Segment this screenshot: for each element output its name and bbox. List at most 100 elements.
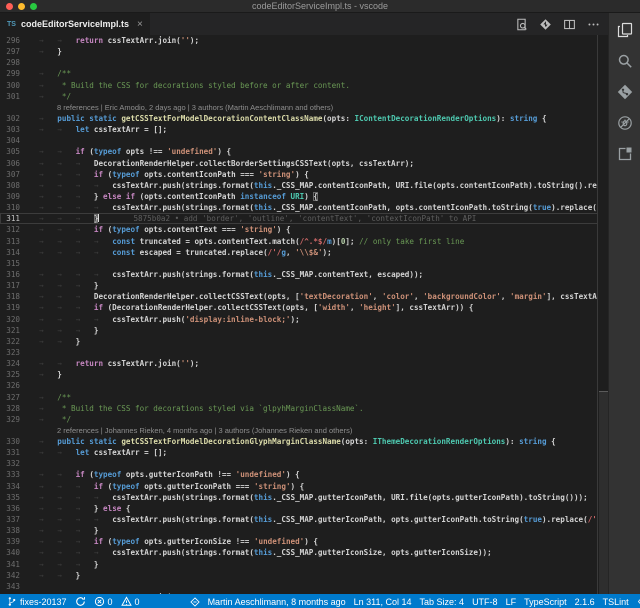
line-number[interactable]: 297	[0, 46, 20, 57]
line-number[interactable]: 319	[0, 302, 20, 313]
line-number[interactable]: 313	[0, 236, 20, 247]
code-line[interactable]: 322→→}	[0, 336, 608, 347]
warnings-item[interactable]: 0	[121, 596, 140, 607]
status-item[interactable]: Ln 311, Col 14	[354, 597, 412, 607]
split-editor-icon[interactable]	[563, 18, 576, 31]
line-number[interactable]: 323	[0, 347, 20, 358]
code-line[interactable]: 300→ * Build the CSS for decorations sty…	[0, 80, 608, 91]
line-number[interactable]: 309	[0, 191, 20, 202]
code-line[interactable]: 308→→→→cssTextArr.push(strings.format(th…	[0, 180, 608, 191]
line-number[interactable]: 330	[0, 436, 20, 447]
line-number[interactable]: 318	[0, 291, 20, 302]
code-line[interactable]: 303→→let cssTextArr = [];	[0, 124, 608, 135]
debug-icon[interactable]	[616, 114, 634, 132]
code-line[interactable]: 324→→return cssTextArr.join('');	[0, 358, 608, 369]
code-line[interactable]: 314→→→→const escaped = truncated.replace…	[0, 247, 608, 258]
line-number[interactable]: 299	[0, 68, 20, 79]
code-line[interactable]: 339→→→if (typeof opts.gutterIconSize !==…	[0, 536, 608, 547]
line-number[interactable]: 338	[0, 525, 20, 536]
line-number[interactable]: 331	[0, 447, 20, 458]
line-number[interactable]: 333	[0, 469, 20, 480]
extensions-icon[interactable]	[616, 145, 634, 163]
code-line[interactable]: 332	[0, 458, 608, 469]
code-line[interactable]: 330→public static getCSSTextForModelDeco…	[0, 436, 608, 447]
line-number[interactable]: 341	[0, 559, 20, 570]
codelens-row[interactable]: 8 references | Eric Amodio, 2 days ago |…	[0, 102, 608, 113]
status-item[interactable]: TSLint	[603, 597, 629, 607]
git-branch-item[interactable]: fixes-20137	[7, 596, 67, 607]
code-line[interactable]: 336→→→} else {	[0, 503, 608, 514]
code-line[interactable]: 297→}	[0, 46, 608, 57]
line-number[interactable]: 315	[0, 258, 20, 269]
line-number[interactable]: 340	[0, 547, 20, 558]
line-number[interactable]: 302	[0, 113, 20, 124]
code-line[interactable]: 328→ * Build the CSS for decorations sty…	[0, 403, 608, 414]
line-number[interactable]: 300	[0, 80, 20, 91]
line-number[interactable]: 334	[0, 481, 20, 492]
sync-button[interactable]	[75, 596, 86, 607]
code-line[interactable]: 344→→return cssTextArr.join('');	[0, 592, 608, 594]
code-line[interactable]: 309→→→} else if (opts.contentIconPath in…	[0, 191, 608, 202]
line-number[interactable]: 310	[0, 202, 20, 213]
code-line[interactable]: 302→public static getCSSTextForModelDeco…	[0, 113, 608, 124]
status-item[interactable]: 2.1.6	[575, 597, 595, 607]
code-line[interactable]: 335→→→→cssTextArr.push(strings.format(th…	[0, 492, 608, 503]
line-number[interactable]: 325	[0, 369, 20, 380]
scrollbar-thumb[interactable]	[599, 391, 608, 594]
code-line[interactable]: 326	[0, 380, 608, 391]
eye-icon[interactable]	[637, 596, 640, 607]
code-line[interactable]: 315	[0, 258, 608, 269]
code-line[interactable]: 296→→return cssTextArr.join('');	[0, 35, 608, 46]
line-number[interactable]: 314	[0, 247, 20, 258]
search-icon[interactable]	[616, 52, 634, 70]
line-number[interactable]: 304	[0, 135, 20, 146]
code-line[interactable]: 323	[0, 347, 608, 358]
code-line[interactable]: 334→→→if (typeof opts.gutterIconPath ===…	[0, 481, 608, 492]
code-line[interactable]: 325→}	[0, 369, 608, 380]
line-number[interactable]: 320	[0, 314, 20, 325]
line-number[interactable]: 321	[0, 325, 20, 336]
code-line[interactable]: 306→→→DecorationRenderHelper.collectBord…	[0, 158, 608, 169]
line-number[interactable]: 301	[0, 91, 20, 102]
code-line[interactable]: 343	[0, 581, 608, 592]
code-line[interactable]: 331→→let cssTextArr = [];	[0, 447, 608, 458]
open-preview-icon[interactable]	[515, 18, 528, 31]
code-line[interactable]: 311→→→}5875b0a2 • add 'border', 'outline…	[0, 213, 608, 224]
line-number[interactable]: 342	[0, 570, 20, 581]
line-number[interactable]: 298	[0, 57, 20, 68]
code-line[interactable]: 298	[0, 57, 608, 68]
line-number[interactable]: 322	[0, 336, 20, 347]
code-editor[interactable]: 296→→return cssTextArr.join('');297→}298…	[0, 35, 608, 594]
code-line[interactable]: 313→→→→const truncated = opts.contentTex…	[0, 236, 608, 247]
more-actions-icon[interactable]	[587, 18, 600, 31]
code-line[interactable]: 337→→→→cssTextArr.push(strings.format(th…	[0, 514, 608, 525]
code-line[interactable]: 312→→→if (typeof opts.contentText === 's…	[0, 224, 608, 235]
status-item[interactable]: UTF-8	[472, 597, 498, 607]
line-number[interactable]: 312	[0, 224, 20, 235]
open-changes-icon[interactable]	[539, 18, 552, 31]
line-number[interactable]: 328	[0, 403, 20, 414]
code-line[interactable]: 333→→if (typeof opts.gutterIconPath !== …	[0, 469, 608, 480]
editor-scrollbar[interactable]	[597, 35, 608, 594]
line-number[interactable]: 329	[0, 414, 20, 425]
source-control-icon[interactable]	[616, 83, 634, 101]
line-number[interactable]: 296	[0, 35, 20, 46]
line-number[interactable]: 308	[0, 180, 20, 191]
line-number[interactable]: 306	[0, 158, 20, 169]
code-line[interactable]: 319→→→if (DecorationRenderHelper.collect…	[0, 302, 608, 313]
code-line[interactable]: 299→/**	[0, 68, 608, 79]
code-line[interactable]: 342→→}	[0, 570, 608, 581]
code-line[interactable]: 316→→→→cssTextArr.push(strings.format(th…	[0, 269, 608, 280]
close-tab-icon[interactable]: ×	[137, 19, 143, 30]
gitlens-blame-item[interactable]: Martin Aeschlimann, 8 months ago	[190, 597, 346, 607]
code-line[interactable]: 320→→→→cssTextArr.push('display:inline-b…	[0, 314, 608, 325]
status-item[interactable]: LF	[506, 597, 517, 607]
line-number[interactable]: 327	[0, 392, 20, 403]
code-line[interactable]: 304	[0, 135, 608, 146]
line-number[interactable]: 307	[0, 169, 20, 180]
errors-item[interactable]: 0	[94, 596, 113, 607]
code-line[interactable]: 338→→→}	[0, 525, 608, 536]
code-line[interactable]: 305→→if (typeof opts !== 'undefined') {	[0, 146, 608, 157]
status-item[interactable]: TypeScript	[524, 597, 567, 607]
line-number[interactable]: 336	[0, 503, 20, 514]
